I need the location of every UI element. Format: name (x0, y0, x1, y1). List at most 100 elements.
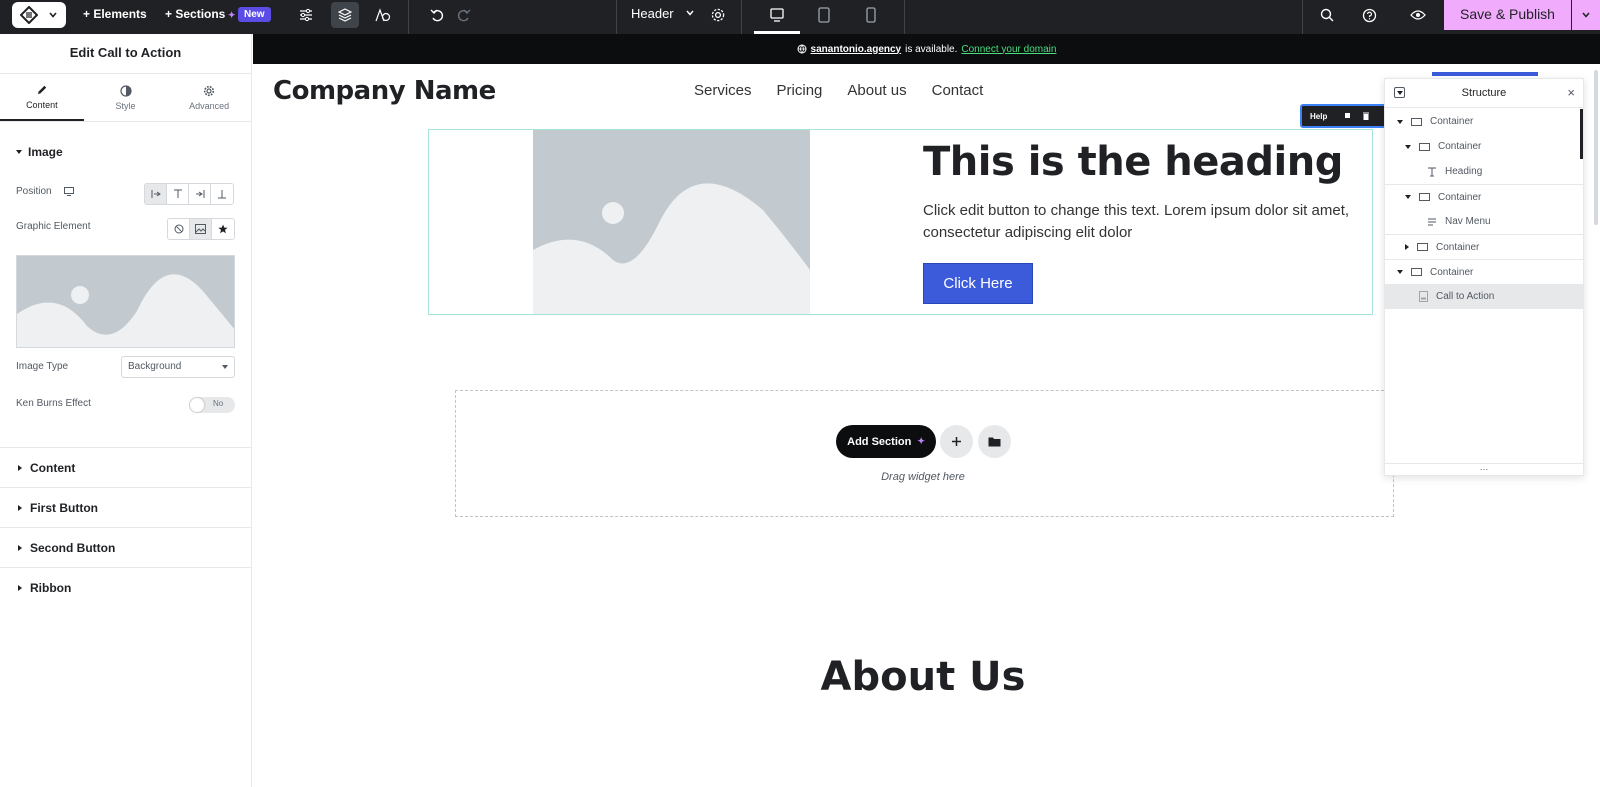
help-button[interactable]: Help (1302, 112, 1339, 121)
document-title-dropdown[interactable]: Header (631, 0, 695, 30)
search-button[interactable] (1313, 2, 1341, 28)
page-settings-button[interactable] (704, 2, 732, 28)
structure-item-nav-menu[interactable]: Nav Menu (1385, 209, 1583, 234)
structure-item-container[interactable]: Container (1385, 259, 1583, 284)
site-logo-text[interactable]: Company Name (273, 76, 496, 106)
ban-icon (174, 224, 183, 234)
graphic-element-buttons (167, 218, 235, 240)
panel-tabs: Content Style Advanced (0, 74, 251, 122)
tab-style-label: Style (115, 100, 136, 111)
sections-button[interactable]: + Sections ✦ (165, 0, 235, 30)
position-left-button[interactable] (145, 184, 167, 204)
structure-item-label: Container (1430, 266, 1474, 278)
search-icon (1320, 8, 1334, 22)
tablet-view-button[interactable] (810, 2, 838, 28)
structure-item-call-to-action[interactable]: Call to Action (1385, 284, 1583, 309)
tab-advanced-label: Advanced (189, 100, 230, 111)
image-section-header[interactable]: Image (16, 145, 63, 159)
accordion-second-button[interactable]: Second Button (0, 527, 252, 567)
container-icon (1419, 142, 1430, 151)
structure-item-container[interactable]: Container (1385, 134, 1583, 159)
redo-button[interactable] (450, 2, 478, 28)
caret-right-icon (18, 504, 22, 511)
container-icon (1417, 243, 1428, 251)
structure-item-container[interactable]: Container (1385, 234, 1583, 259)
structure-item-label: Heading (1445, 166, 1483, 177)
caret-down-icon (1405, 144, 1411, 149)
dock-toggle-button[interactable] (1394, 87, 1405, 98)
domain-name[interactable]: sanantonio.agency (811, 44, 902, 55)
save-publish-button[interactable]: Save & Publish (1444, 0, 1571, 30)
nav-item-pricing[interactable]: Pricing (777, 82, 823, 99)
position-bottom-button[interactable] (211, 184, 233, 204)
sparkle-icon: ✦ (917, 436, 925, 446)
structure-item-container[interactable]: Container (1385, 109, 1583, 134)
ken-burns-toggle[interactable]: No (189, 397, 235, 413)
connect-domain-link[interactable]: Connect your domain (961, 44, 1056, 55)
top-bar: + Elements + Sections ✦ New Header Save … (0, 0, 1600, 34)
structure-item-label: Container (1438, 141, 1482, 152)
delete-button[interactable] (1357, 107, 1375, 125)
mobile-view-button[interactable] (857, 2, 885, 28)
trash-icon (1363, 112, 1370, 120)
tab-advanced[interactable]: Advanced (167, 74, 251, 121)
add-template-button[interactable] (978, 425, 1011, 458)
page-scrollbar[interactable] (1594, 70, 1598, 225)
domain-notice-bar: sanantonio.agency is available. Connect … (253, 34, 1600, 64)
accordion-first-button[interactable]: First Button (0, 487, 252, 527)
structure-item-container[interactable]: Container (1385, 184, 1583, 209)
structure-item-label: Call to Action (1436, 291, 1495, 302)
copy-icon (1345, 113, 1351, 118)
graphic-none-button[interactable] (168, 219, 190, 239)
preview-button[interactable] (1404, 2, 1432, 28)
site-settings-button[interactable] (292, 2, 320, 28)
structure-button[interactable] (331, 2, 359, 28)
container-icon (1411, 117, 1422, 126)
add-elements-button[interactable]: + Elements (83, 0, 147, 30)
structure-title: Structure (1461, 87, 1507, 99)
publish-options-button[interactable] (1572, 0, 1600, 30)
close-icon[interactable]: × (1567, 85, 1575, 100)
cta-button[interactable]: Click Here (923, 263, 1033, 304)
image-type-select[interactable]: Background (121, 356, 235, 378)
image-icon (195, 224, 206, 234)
header-button-partial[interactable] (1432, 72, 1538, 76)
structure-header: Structure × (1385, 79, 1583, 108)
help-button[interactable] (1355, 2, 1383, 28)
tab-style[interactable]: Style (84, 74, 168, 121)
structure-item-heading[interactable]: Heading (1385, 159, 1583, 184)
image-chooser[interactable] (16, 255, 235, 348)
add-container-button[interactable] (940, 425, 973, 458)
align-bottom-icon (218, 190, 226, 199)
position-top-button[interactable] (167, 184, 189, 204)
add-section-button[interactable]: Add Section ✦ (836, 425, 936, 458)
graphic-icon-button[interactable] (212, 219, 234, 239)
caret-right-icon (18, 544, 22, 551)
position-label: Position (16, 186, 52, 197)
duplicate-button[interactable] (1339, 107, 1357, 125)
graphic-image-button[interactable] (190, 219, 212, 239)
star-icon (218, 224, 228, 234)
image-type-label: Image Type (16, 361, 69, 372)
align-right-icon (195, 190, 204, 198)
accordion-content[interactable]: Content (0, 447, 252, 487)
caret-right-icon (18, 584, 22, 591)
theme-style-button[interactable] (369, 2, 397, 28)
position-right-button[interactable] (189, 184, 211, 204)
add-section-label: Add Section (847, 435, 912, 448)
layers-icon (338, 8, 352, 22)
desktop-view-button[interactable] (763, 2, 791, 28)
nav-menu-widget-icon (1427, 217, 1437, 227)
nav-item-contact[interactable]: Contact (932, 82, 984, 99)
nav-item-services[interactable]: Services (694, 82, 752, 99)
resize-handle[interactable]: … (1385, 463, 1583, 475)
cta-image (533, 130, 810, 314)
accordion-ribbon[interactable]: Ribbon (0, 567, 252, 607)
nav-item-about-us[interactable]: About us (847, 82, 906, 99)
undo-button[interactable] (423, 2, 451, 28)
elementor-menu-button[interactable] (12, 2, 66, 28)
align-left-icon (151, 190, 161, 198)
tab-content[interactable]: Content (0, 74, 84, 121)
ken-burns-label: Ken Burns Effect (16, 398, 91, 409)
tab-content-label: Content (26, 99, 58, 110)
